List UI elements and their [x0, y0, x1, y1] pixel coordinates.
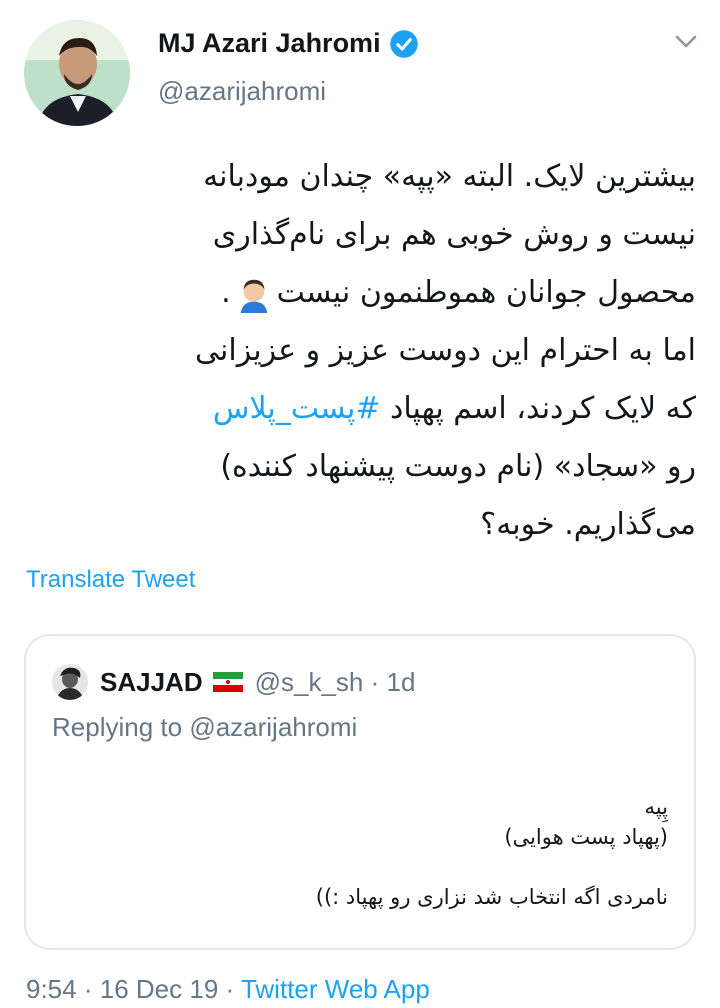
- tweet-line: رو «سجاد» (نام دوست پیشنهاد کننده): [220, 449, 696, 484]
- tweet-line-text: محصول جوانان هموطنمون نیست: [276, 275, 696, 310]
- quoted-line: [48, 852, 668, 882]
- tweet-time[interactable]: 9:54: [26, 974, 77, 1004]
- translate-tweet-link[interactable]: Translate Tweet: [26, 566, 195, 594]
- chevron-down-icon[interactable]: [672, 30, 700, 54]
- author-avatar[interactable]: [24, 20, 130, 126]
- tweet-line-text: که لایک کردند، اسم پهپاد: [390, 391, 696, 426]
- facepalm-emoji-icon: [240, 279, 267, 313]
- meta-separator: ·: [83, 974, 93, 1004]
- profile-photo-icon: [52, 664, 88, 700]
- meta-separator: ·: [225, 974, 235, 1004]
- author-handle[interactable]: @azarijahromi: [158, 76, 326, 107]
- quoted-line: نامردی اگه انتخاب شد نزاری رو پهپاد :)): [315, 885, 668, 909]
- replying-prefix: Replying to: [52, 712, 183, 742]
- tweet-header: MJ Azari Jahromi @azarijahromi: [0, 0, 720, 130]
- meta-separator: ·: [370, 666, 380, 697]
- quoted-line: (پهپاد پست هوایی): [504, 825, 668, 849]
- author-name-row[interactable]: MJ Azari Jahromi: [158, 28, 419, 59]
- quoted-author-name[interactable]: SAJJAD: [100, 667, 203, 698]
- tweet-line: می‌گذاریم. خوبه؟: [480, 507, 696, 542]
- tweet-date[interactable]: 16 Dec 19: [100, 974, 219, 1004]
- quoted-line: پِپه: [644, 795, 668, 819]
- source-app-link[interactable]: Twitter Web App: [241, 974, 430, 1004]
- tweet-text: بیشترین لایک. البته «پپه» چندان مودبانه …: [20, 148, 696, 554]
- quoted-author-handle[interactable]: @s_k_sh: [255, 667, 364, 698]
- tweet-line: اما به احترام این دوست عزیز و عزیزانی: [195, 333, 696, 368]
- tweet-line-text: .: [221, 275, 231, 310]
- quoted-tweet-header: SAJJAD @s_k_sh · 1d: [52, 662, 415, 702]
- profile-photo-icon: [24, 20, 130, 126]
- tweet-line: نیست و روش خوبی هم برای نام‌گذاری: [212, 217, 696, 252]
- hashtag-link[interactable]: #پست_پلاس: [213, 391, 381, 426]
- tweet-footer: 9:54 · 16 Dec 19 · Twitter Web App: [26, 974, 430, 1005]
- tweet-line: محصول جوانان هموطنمون نیست .: [20, 264, 696, 322]
- quoted-author-avatar[interactable]: [52, 664, 88, 700]
- replying-mention-link[interactable]: @azarijahromi: [189, 712, 357, 742]
- tweet-line: بیشترین لایک. البته «پپه» چندان مودبانه: [203, 159, 696, 194]
- iran-flag-icon: [212, 672, 243, 692]
- verified-badge-icon: [389, 29, 418, 58]
- quoted-time: 1d: [386, 666, 416, 697]
- author-name[interactable]: MJ Azari Jahromi: [158, 28, 381, 59]
- tweet-line: که لایک کردند، اسم پهپاد #پست_پلاس: [20, 380, 696, 438]
- quoted-tweet-text: پِپه (پهپاد پست هوایی) نامردی اگه انتخاب…: [48, 792, 668, 912]
- replying-to: Replying to @azarijahromi: [52, 712, 357, 743]
- quoted-tweet-card[interactable]: SAJJAD @s_k_sh · 1d Replying to @azarija…: [24, 634, 696, 950]
